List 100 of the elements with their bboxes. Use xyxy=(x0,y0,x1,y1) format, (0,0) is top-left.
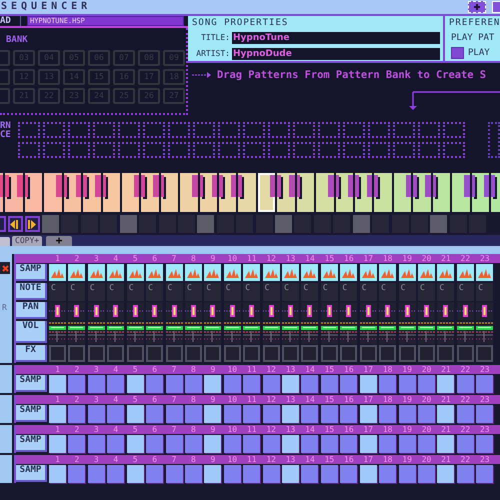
step-cell[interactable] xyxy=(437,434,454,452)
note-cell[interactable]: C xyxy=(398,282,416,300)
step-cell[interactable] xyxy=(301,464,318,482)
step-cell[interactable] xyxy=(398,464,416,482)
piano-key[interactable] xyxy=(355,173,372,212)
text-field[interactable]: HypnoDude xyxy=(232,48,440,60)
sample-cell[interactable] xyxy=(184,264,202,281)
note-cell[interactable]: C xyxy=(107,282,124,300)
note-cell[interactable]: C xyxy=(437,282,454,300)
pan-slider[interactable] xyxy=(146,302,164,318)
sequence-slot[interactable] xyxy=(18,142,40,158)
pan-slider[interactable] xyxy=(68,302,86,318)
sequence-slot[interactable] xyxy=(168,122,190,138)
note-cell[interactable]: C xyxy=(224,282,241,300)
piano-key[interactable] xyxy=(141,173,159,212)
step-cell[interactable] xyxy=(88,434,105,452)
note-cell[interactable]: C xyxy=(456,282,474,300)
add-tab-button[interactable]: + xyxy=(46,236,72,246)
sequence-slot[interactable] xyxy=(268,142,290,158)
step-cell[interactable] xyxy=(437,374,454,392)
step-cell[interactable] xyxy=(418,464,436,482)
step-cell[interactable] xyxy=(360,464,377,482)
note-cell[interactable]: C xyxy=(243,282,260,300)
step-cell[interactable] xyxy=(243,434,260,452)
step-cell[interactable] xyxy=(49,464,66,482)
step-cell[interactable] xyxy=(379,404,396,422)
sequence-slot[interactable] xyxy=(293,122,315,138)
step-cell[interactable] xyxy=(320,374,338,392)
sample-cell[interactable] xyxy=(301,264,318,281)
step-cell[interactable] xyxy=(360,404,377,422)
sample-cell[interactable] xyxy=(262,264,280,281)
slider-thumb[interactable] xyxy=(230,304,235,316)
sample-cell[interactable] xyxy=(68,264,86,281)
sample-cell[interactable] xyxy=(418,264,436,281)
volume-meter[interactable] xyxy=(398,321,416,343)
pan-slider[interactable] xyxy=(262,302,280,318)
sequence-slot[interactable] xyxy=(318,142,340,158)
sequence-slot[interactable] xyxy=(243,142,265,158)
step-cell[interactable] xyxy=(88,464,105,482)
step-cell[interactable] xyxy=(476,434,494,452)
step-cell[interactable] xyxy=(126,374,144,392)
sequence-slot[interactable] xyxy=(393,122,415,138)
sequence-slot[interactable] xyxy=(393,142,415,158)
step-cell[interactable] xyxy=(456,464,474,482)
volume-meter[interactable] xyxy=(360,321,377,343)
note-cell[interactable]: C xyxy=(126,282,144,300)
step-cell[interactable] xyxy=(340,374,358,392)
step-cell[interactable] xyxy=(146,374,164,392)
pan-slider[interactable] xyxy=(282,302,300,318)
pan-slider[interactable] xyxy=(88,302,105,318)
step-cell[interactable] xyxy=(204,464,222,482)
sequence-slot[interactable] xyxy=(193,142,215,158)
piano-key[interactable] xyxy=(238,173,256,212)
sequence-slot[interactable] xyxy=(68,142,90,158)
slider-thumb[interactable] xyxy=(366,304,371,316)
slider-thumb[interactable] xyxy=(268,304,274,316)
sequence-slot[interactable] xyxy=(143,142,165,158)
step-cell[interactable] xyxy=(301,404,318,422)
close-button[interactable] xyxy=(0,262,10,274)
sample-cell[interactable] xyxy=(107,264,124,281)
step-cell[interactable] xyxy=(262,434,280,452)
piano-key[interactable] xyxy=(24,173,42,212)
sequence-slot[interactable] xyxy=(318,122,340,138)
sample-cell[interactable] xyxy=(282,264,300,281)
sample-cell[interactable] xyxy=(126,264,144,281)
step-cell[interactable] xyxy=(301,434,318,452)
slider-thumb[interactable] xyxy=(74,304,80,316)
sequence-slot[interactable] xyxy=(93,122,115,138)
checkbox[interactable] xyxy=(451,47,464,59)
volume-meter[interactable] xyxy=(88,321,105,343)
step-cell[interactable] xyxy=(340,464,358,482)
step-cell[interactable] xyxy=(184,434,202,452)
slider-thumb[interactable] xyxy=(404,304,410,316)
step-cell[interactable] xyxy=(88,404,105,422)
piano-key[interactable] xyxy=(336,173,354,212)
step-cell[interactable] xyxy=(224,374,241,392)
sequence-slot[interactable] xyxy=(43,122,65,138)
sequence-slot[interactable] xyxy=(68,122,90,138)
step-cell[interactable] xyxy=(88,374,105,392)
step-cell[interactable] xyxy=(320,434,338,452)
note-cell[interactable]: C xyxy=(340,282,358,300)
piano-key[interactable] xyxy=(394,173,412,212)
step-cell[interactable] xyxy=(379,464,396,482)
pan-slider[interactable] xyxy=(184,302,202,318)
pan-slider[interactable] xyxy=(301,302,318,318)
sample-cell[interactable] xyxy=(88,264,105,281)
previous-button[interactable] xyxy=(8,216,23,232)
piano-key[interactable] xyxy=(277,173,295,212)
sample-cell[interactable] xyxy=(204,264,222,281)
slider-thumb[interactable] xyxy=(94,304,99,316)
sequence-slot[interactable] xyxy=(368,142,390,158)
volume-meter[interactable] xyxy=(68,321,86,343)
slider-thumb[interactable] xyxy=(424,304,430,316)
sample-cell[interactable] xyxy=(398,264,416,281)
step-cell[interactable] xyxy=(456,404,474,422)
piano-key[interactable] xyxy=(296,173,314,212)
slider-thumb[interactable] xyxy=(326,304,332,316)
volume-meter[interactable] xyxy=(126,321,144,343)
step-cell[interactable] xyxy=(224,464,241,482)
sequence-slot[interactable] xyxy=(268,122,290,138)
